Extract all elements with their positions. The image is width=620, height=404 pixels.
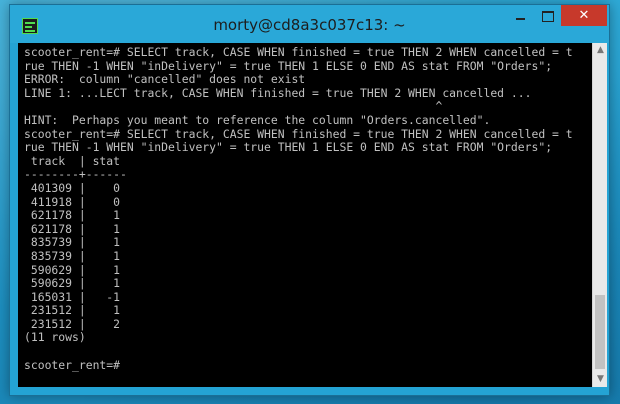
terminal-line: 835739 | 1 xyxy=(24,235,121,250)
terminal-line: 621178 | 1 xyxy=(24,208,121,223)
minimize-button[interactable] xyxy=(507,5,534,26)
scroll-down-arrow-icon[interactable]: ▼ xyxy=(593,372,608,387)
terminal-line: (11 rows) xyxy=(24,330,86,345)
terminal-line: rue THEN -1 WHEN "inDelivery" = true THE… xyxy=(24,58,553,73)
close-icon: ✕ xyxy=(578,8,590,23)
terminal-output[interactable]: scooter_rent=# SELECT track, CASE WHEN f… xyxy=(18,43,592,387)
terminal-line: scooter_rent=# SELECT track, CASE WHEN f… xyxy=(24,45,573,59)
maximize-button[interactable] xyxy=(534,5,561,26)
terminal-line: LINE 1: ...LECT track, CASE WHEN finishe… xyxy=(24,85,532,100)
terminal-prompt[interactable]: scooter_rent=# xyxy=(24,358,592,373)
terminal-line: --------+------ xyxy=(24,167,127,182)
terminal-line: ^ xyxy=(24,99,443,114)
close-button[interactable]: ✕ xyxy=(561,5,607,26)
terminal-line: track | stat xyxy=(24,153,121,168)
title-bar[interactable]: morty@cd8a3c037c13: ~ ✕ xyxy=(10,5,609,43)
terminal-line: 590629 | 1 xyxy=(24,262,121,277)
terminal-line: 401309 | 0 xyxy=(24,180,121,195)
vertical-scrollbar[interactable]: ▲ ▼ xyxy=(592,43,607,387)
terminal-line: 231512 | 1 xyxy=(24,303,121,318)
minimize-icon xyxy=(516,18,525,20)
maximize-icon xyxy=(542,11,554,22)
terminal-line: scooter_rent=# SELECT track, CASE WHEN f… xyxy=(24,126,573,141)
terminal-line: 621178 | 1 xyxy=(24,221,121,236)
scroll-thumb[interactable] xyxy=(595,295,605,369)
terminal-line: 231512 | 2 xyxy=(24,316,121,331)
terminal-line: 165031 | -1 xyxy=(24,289,121,304)
terminal-line: ERROR: column "cancelled" does not exist xyxy=(24,72,306,87)
terminal-line: HINT: Perhaps you meant to reference the… xyxy=(24,112,491,127)
terminal-line: 411918 | 0 xyxy=(24,194,121,209)
terminal-line: 835739 | 1 xyxy=(24,248,121,263)
scroll-up-arrow-icon[interactable]: ▲ xyxy=(593,43,608,58)
terminal-line: rue THEN -1 WHEN "inDelivery" = true THE… xyxy=(24,140,553,155)
terminal-window: morty@cd8a3c037c13: ~ ✕ scooter_rent=# S… xyxy=(9,4,610,396)
terminal-line: 590629 | 1 xyxy=(24,276,121,291)
